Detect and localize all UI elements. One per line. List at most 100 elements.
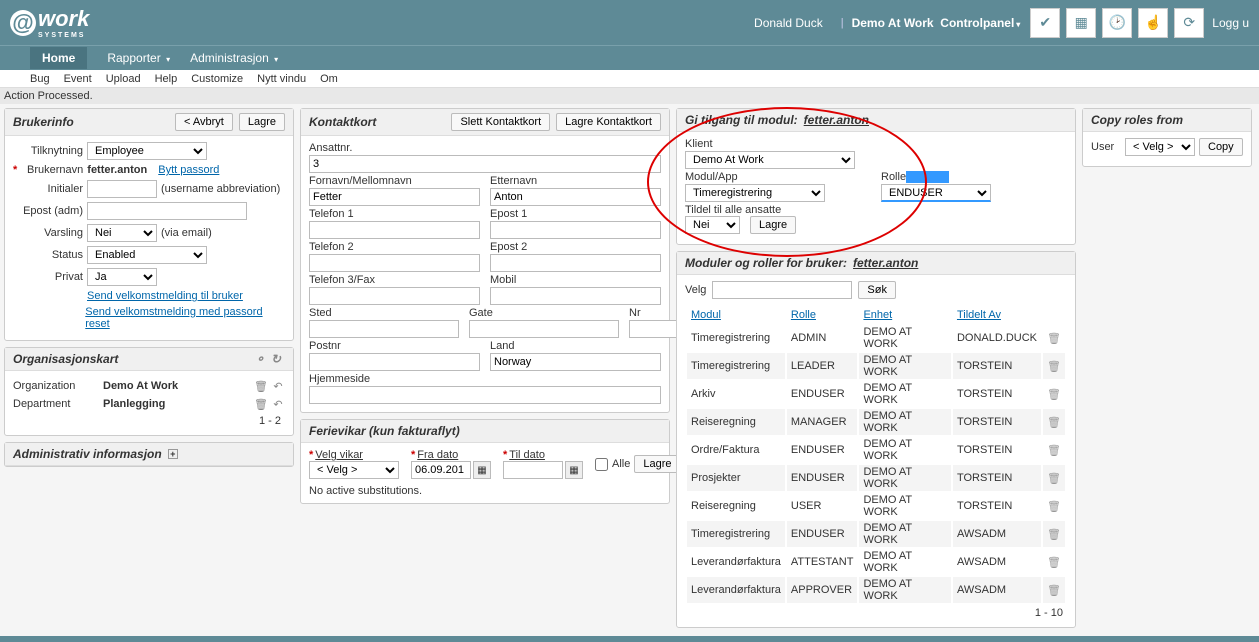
trash-icon[interactable]: 🗑 — [254, 379, 268, 393]
lagre-button[interactable]: Lagre — [239, 113, 285, 131]
tildel-label: Tildel til alle ansatte — [685, 204, 781, 216]
slett-kontaktkort-button[interactable]: Slett Kontaktkort — [451, 113, 550, 131]
calendar-icon[interactable]: ▦ — [565, 461, 583, 479]
status-select[interactable]: Enabled — [87, 246, 207, 264]
col-tildelt[interactable]: Tildelt Av — [953, 307, 1041, 323]
copy-user-select[interactable]: < Velg > — [1125, 138, 1195, 156]
submenu-customize[interactable]: Customize — [191, 73, 243, 85]
trash-icon[interactable]: 🗑 — [1047, 333, 1061, 345]
initialer-input[interactable] — [87, 180, 157, 198]
tildel-select[interactable]: Nei — [685, 216, 740, 234]
submenu-event[interactable]: Event — [64, 73, 92, 85]
fornavn-input[interactable] — [309, 188, 480, 206]
chevron-down-icon: ▾ — [274, 55, 278, 64]
etternavn-input[interactable] — [490, 188, 661, 206]
col-rolle[interactable]: Rolle — [787, 307, 858, 323]
nav-home[interactable]: Home — [30, 47, 87, 69]
velg-vikar-select[interactable]: < Velg > — [309, 461, 399, 479]
share-icon[interactable]: ⚬ — [255, 352, 269, 366]
rolle-select[interactable]: ENDUSER — [881, 184, 991, 202]
avbryt-button[interactable]: < Avbryt — [175, 113, 233, 131]
logout-link[interactable]: Logg u — [1212, 16, 1249, 30]
epost-input[interactable] — [87, 202, 247, 220]
klient-select[interactable]: Demo At Work — [685, 151, 855, 169]
table-row: ReiseregningMANAGERDEMO AT WORKTORSTEIN🗑 — [687, 409, 1065, 435]
trash-icon[interactable]: 🗑 — [1047, 473, 1061, 485]
refresh-icon[interactable]: ↻ — [271, 352, 285, 366]
land-input[interactable] — [490, 353, 661, 371]
undo-icon[interactable]: ↶ — [271, 379, 285, 393]
tel2-input[interactable] — [309, 254, 480, 272]
submenu-help[interactable]: Help — [155, 73, 178, 85]
toolbar-icon-check[interactable]: ✔ — [1030, 8, 1060, 38]
til-dato-input[interactable] — [503, 461, 563, 479]
toolbar-icon-clock[interactable]: 🕑 — [1102, 8, 1132, 38]
copy-button[interactable]: Copy — [1199, 138, 1243, 156]
trash-icon[interactable]: 🗑 — [1047, 585, 1061, 597]
trash-icon[interactable]: 🗑 — [1047, 501, 1061, 513]
sted-input[interactable] — [309, 320, 459, 338]
privat-label: Privat — [13, 271, 83, 283]
table-row: TimeregistreringENDUSERDEMO AT WORKAWSAD… — [687, 521, 1065, 547]
privat-select[interactable]: Ja — [87, 268, 157, 286]
submenu-bug[interactable]: Bug — [30, 73, 50, 85]
demo-link[interactable]: Demo At Work — [852, 16, 934, 30]
sok-button[interactable]: Søk — [858, 281, 896, 299]
toolbar-icon-grid[interactable]: ▦ — [1066, 8, 1096, 38]
epost1-input[interactable] — [490, 221, 661, 239]
trash-icon[interactable]: 🗑 — [1047, 557, 1061, 569]
modul-select[interactable]: Timeregistrering — [685, 184, 825, 202]
velg-search-input[interactable] — [712, 281, 852, 299]
trash-icon[interactable]: 🗑 — [1047, 389, 1061, 401]
col-modul[interactable]: Modul — [687, 307, 785, 323]
access-lagre-button[interactable]: Lagre — [750, 216, 796, 234]
modules-title-user: fetter.anton — [853, 256, 918, 270]
expand-icon[interactable]: + — [168, 449, 178, 459]
calendar-icon[interactable]: ▦ — [473, 461, 491, 479]
access-panel: Gi tilgang til modul: fetter.anton Klien… — [676, 108, 1076, 245]
ansattnr-input[interactable] — [309, 155, 661, 173]
toolbar-icon-refresh[interactable]: ⟳ — [1174, 8, 1204, 38]
tel3-input[interactable] — [309, 287, 480, 305]
submenu-nytt[interactable]: Nytt vindu — [257, 73, 306, 85]
tilknytning-select[interactable]: Employee — [87, 142, 207, 160]
hjemmeside-input[interactable] — [309, 386, 661, 404]
postnr-input[interactable] — [309, 353, 480, 371]
copy-title: Copy roles from — [1091, 113, 1183, 127]
varsling-select[interactable]: Nei — [87, 224, 157, 242]
lagre-kontaktkort-button[interactable]: Lagre Kontaktkort — [556, 113, 661, 131]
send-welcome-link[interactable]: Send velkomstmelding til bruker — [87, 290, 243, 302]
alle-checkbox[interactable] — [595, 458, 608, 471]
toolbar-icon-hand[interactable]: ☝ — [1138, 8, 1168, 38]
org-pager: 1 - 2 — [13, 413, 285, 429]
fra-dato-input[interactable] — [411, 461, 471, 479]
mobil-label: Mobil — [490, 274, 661, 286]
undo-icon[interactable]: ↶ — [271, 397, 285, 411]
submenu-upload[interactable]: Upload — [106, 73, 141, 85]
controlpanel-link[interactable]: Controlpanel — [940, 16, 1014, 30]
col-enhet[interactable]: Enhet — [859, 307, 951, 323]
tel1-input[interactable] — [309, 221, 480, 239]
mobil-input[interactable] — [490, 287, 661, 305]
ferie-title: Ferievikar (kun fakturaflyt) — [309, 424, 460, 438]
epost2-input[interactable] — [490, 254, 661, 272]
trash-icon[interactable]: 🗑 — [1047, 417, 1061, 429]
gate-input[interactable] — [469, 320, 619, 338]
send-welcome-reset-link[interactable]: Send velkomstmelding med passord reset — [85, 306, 285, 330]
org-row: Organization Demo At Work 🗑 ↶ — [13, 377, 285, 395]
ferie-lagre-button[interactable]: Lagre — [634, 455, 680, 473]
fornavn-label: Fornavn/Mellomnavn — [309, 175, 480, 187]
trash-icon[interactable]: 🗑 — [254, 397, 268, 411]
bytt-passord-link[interactable]: Bytt passord — [158, 164, 219, 176]
trash-icon[interactable]: 🗑 — [1047, 361, 1061, 373]
table-row: ArkivENDUSERDEMO AT WORKTORSTEIN🗑 — [687, 381, 1065, 407]
nav-rapporter[interactable]: Rapporter ▾ — [107, 51, 170, 65]
nav-admin[interactable]: Administrasjon ▾ — [190, 51, 278, 65]
modules-title-pre: Moduler og roller for bruker: — [685, 256, 847, 270]
org-row-value: Planlegging — [103, 398, 251, 410]
table-row: TimeregistreringLEADERDEMO AT WORKTORSTE… — [687, 353, 1065, 379]
logo[interactable]: @ work SYSTEMS — [10, 6, 89, 39]
trash-icon[interactable]: 🗑 — [1047, 445, 1061, 457]
trash-icon[interactable]: 🗑 — [1047, 529, 1061, 541]
submenu-om[interactable]: Om — [320, 73, 338, 85]
